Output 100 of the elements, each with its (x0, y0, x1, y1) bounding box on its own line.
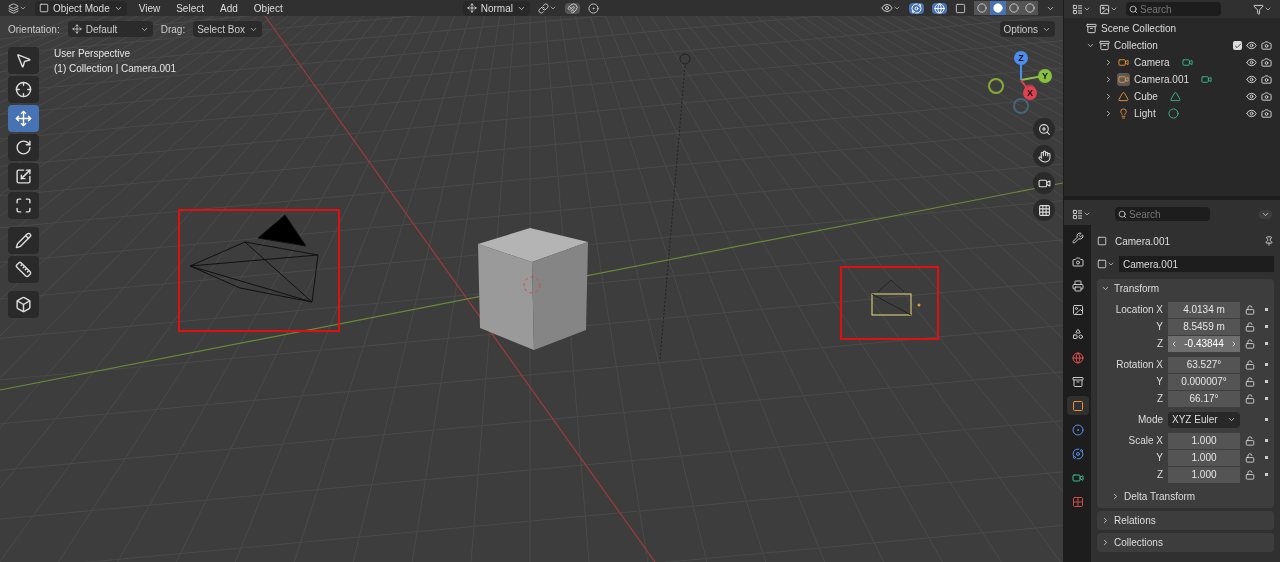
menu-item[interactable]: Select (172, 0, 208, 16)
number-field[interactable]: 0.000007° (1168, 373, 1240, 390)
editor-type-button[interactable] (1072, 208, 1091, 220)
filter-view-button[interactable] (1099, 3, 1118, 15)
overlay-button[interactable] (932, 2, 947, 14)
unlocked-icon[interactable] (1245, 469, 1255, 480)
properties-tab[interactable] (1066, 396, 1089, 415)
options-button[interactable] (1259, 209, 1272, 219)
unlocked-icon[interactable] (1245, 393, 1255, 404)
caret-icon (1083, 5, 1091, 13)
camera-icon[interactable] (1261, 57, 1272, 68)
tree-item[interactable]: Camera (1134, 55, 1170, 70)
xray-button[interactable] (955, 2, 966, 14)
unlocked-icon[interactable] (1245, 376, 1255, 387)
tree-item[interactable]: Collection (1114, 38, 1158, 53)
panel-header[interactable]: Transform (1097, 279, 1274, 297)
checkbox[interactable] (1233, 41, 1242, 50)
panel-header[interactable]: Collections (1097, 533, 1274, 552)
tool-button[interactable] (8, 256, 39, 283)
camera-view-button[interactable] (1033, 172, 1055, 194)
shading-button[interactable] (1022, 1, 1038, 15)
camera-icon[interactable] (1261, 91, 1272, 102)
chevron-icon[interactable] (1086, 41, 1095, 50)
options-dropdown[interactable]: Options (999, 21, 1055, 37)
camera-icon[interactable] (1261, 108, 1272, 119)
eye-icon[interactable] (1246, 40, 1257, 51)
shading-button[interactable] (1006, 1, 1022, 15)
eye-icon[interactable] (1246, 91, 1257, 102)
unlocked-icon[interactable] (1245, 338, 1255, 349)
number-field[interactable]: 1.000 (1168, 466, 1240, 483)
chevron-right-icon (1111, 491, 1120, 501)
menu-item[interactable]: View (134, 0, 165, 16)
tool-button[interactable] (8, 163, 39, 190)
panel-header[interactable]: Relations (1097, 511, 1274, 530)
orientation-dropdown[interactable]: Normal (462, 0, 530, 16)
tool-button[interactable] (8, 76, 39, 103)
tree-item[interactable]: Light (1134, 106, 1156, 121)
number-field[interactable]: 66.17° (1168, 390, 1240, 407)
menu-item[interactable]: Object (249, 0, 287, 16)
number-field[interactable]: 63.527° (1168, 356, 1240, 373)
datablock-browse-button[interactable] (1097, 259, 1115, 269)
number-field[interactable]: 8.5459 m (1168, 318, 1240, 335)
gizmo-button[interactable] (909, 2, 924, 14)
tool-button[interactable] (8, 105, 39, 132)
navigation-gizmo[interactable]: Z Y X (988, 51, 1052, 114)
tool-button[interactable] (8, 134, 39, 161)
filter-button[interactable] (1253, 3, 1272, 15)
menu-item[interactable]: Add (216, 0, 242, 16)
video-camera-icon[interactable] (1181, 57, 1193, 68)
number-field[interactable]: 1.000 (1168, 449, 1240, 466)
chevron-left-icon[interactable] (1170, 339, 1178, 348)
magnet-icon (566, 2, 578, 14)
mode-dropdown[interactable]: Object Mode (35, 0, 127, 16)
unlocked-icon[interactable] (1245, 304, 1255, 315)
drag-dropdown[interactable]: Select Box (193, 21, 262, 37)
name-field[interactable]: Camera.001 (1119, 256, 1274, 272)
shading-button[interactable] (974, 1, 990, 15)
subpanel-header[interactable]: Delta Transform (1097, 487, 1270, 505)
selected-camera-drawing (871, 279, 921, 316)
camera-icon[interactable] (1261, 40, 1272, 51)
orientation-dropdown[interactable]: Default (67, 21, 153, 37)
search-field[interactable]: Search (1126, 2, 1221, 16)
pan-button[interactable] (1033, 145, 1055, 167)
caret-icon (893, 4, 901, 12)
tool-button[interactable] (8, 192, 39, 219)
camera-icon[interactable] (1261, 74, 1272, 85)
grid-view-button[interactable] (1033, 199, 1055, 221)
tree-item[interactable]: Scene Collection (1101, 21, 1177, 36)
pivot-button[interactable] (537, 2, 557, 14)
display-mode-button[interactable] (1072, 3, 1091, 15)
unlocked-icon[interactable] (1245, 435, 1255, 446)
mode-dropdown[interactable]: XYZ Euler (1168, 411, 1240, 428)
visibility-button[interactable] (881, 2, 901, 14)
tree-item[interactable]: Cube (1134, 89, 1158, 104)
shading-button[interactable] (990, 1, 1006, 15)
proportional-button[interactable] (587, 2, 599, 14)
triangle-icon[interactable] (1169, 91, 1181, 102)
eye-icon (881, 2, 893, 14)
number-field[interactable]: -0.43844 (1168, 335, 1240, 352)
tool-button[interactable] (8, 227, 39, 254)
search-field[interactable]: Search (1115, 207, 1210, 221)
unlocked-icon[interactable] (1245, 452, 1255, 463)
tool-button[interactable] (8, 47, 39, 74)
circle-icon[interactable] (1167, 108, 1179, 119)
number-field[interactable]: 4.0134 m (1168, 301, 1240, 318)
video-camera-icon[interactable] (1201, 74, 1213, 85)
chevron-right-icon[interactable] (1230, 339, 1238, 348)
tool-button[interactable] (8, 291, 39, 318)
eye-icon[interactable] (1246, 108, 1257, 119)
tree-item[interactable]: Camera.001 (1134, 72, 1190, 87)
eye-icon[interactable] (1246, 74, 1257, 85)
editor-type-button[interactable] (8, 2, 27, 14)
eye-icon[interactable] (1246, 57, 1257, 68)
number-field[interactable]: 1.000 (1168, 432, 1240, 449)
zoom-button[interactable] (1033, 118, 1055, 140)
unlocked-icon[interactable] (1245, 321, 1255, 332)
unlocked-icon[interactable] (1245, 359, 1255, 370)
pin-icon[interactable] (1264, 236, 1274, 246)
snap-button[interactable] (564, 2, 580, 14)
target-icon (1071, 423, 1084, 436)
